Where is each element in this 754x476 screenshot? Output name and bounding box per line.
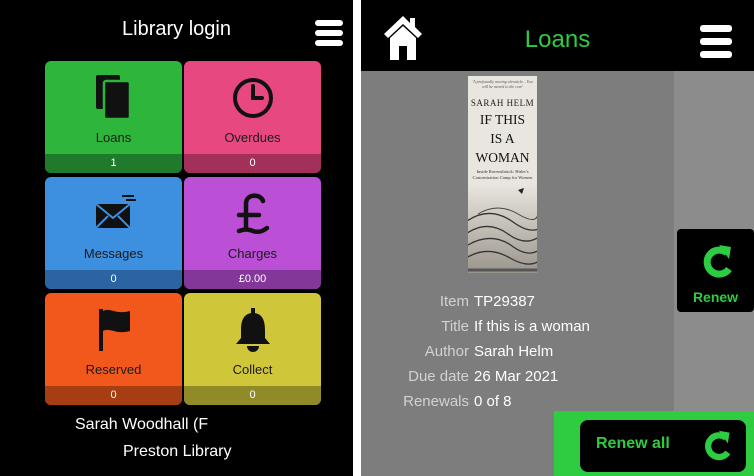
detail-row-author: Author Sarah Helm xyxy=(361,340,681,364)
refresh-icon xyxy=(701,243,733,288)
clock-icon xyxy=(184,75,321,121)
tile-collect[interactable]: Collect 0 xyxy=(184,293,321,405)
tile-count: 0 xyxy=(45,270,182,289)
menu-icon[interactable] xyxy=(700,25,732,59)
cover-quote: 'A profoundly moving chronicle... You wi… xyxy=(472,79,533,89)
renew-button[interactable]: Renew xyxy=(677,229,754,312)
cover-title-line: IS A xyxy=(490,131,515,146)
cover-title-line: WOMAN xyxy=(475,150,530,165)
detail-row-title: Title If this is a woman xyxy=(361,315,681,339)
loans-screen: Loans 'A profoundly moving chronicle... … xyxy=(361,0,754,476)
page-title: Loans xyxy=(524,26,591,53)
detail-label: Author xyxy=(424,343,469,360)
detail-value: TP29387 xyxy=(474,293,535,310)
tile-count: 0 xyxy=(45,386,182,405)
cover-author: SARAH HELM xyxy=(470,98,535,108)
detail-label: Title xyxy=(441,318,469,335)
tile-label: Reserved xyxy=(85,362,142,377)
detail-row-due-date: Due date 26 Mar 2021 xyxy=(361,365,681,389)
tile-count: 0 xyxy=(184,386,321,405)
tile-label: Messages xyxy=(83,246,144,261)
tile-messages[interactable]: Messages 0 xyxy=(45,177,182,289)
tile-label: Overdues xyxy=(224,130,281,145)
tile-count: £0.00 xyxy=(184,270,321,289)
detail-label: Renewals xyxy=(403,393,469,410)
bell-icon xyxy=(184,307,321,353)
page-title: Library login xyxy=(122,18,231,40)
copy-icon xyxy=(45,75,182,121)
tile-loans[interactable]: Loans 1 xyxy=(45,61,182,173)
cover-title: IF THIS IS A WOMAN xyxy=(468,110,537,167)
barbed-wire-illustration xyxy=(468,184,537,273)
menu-icon[interactable] xyxy=(315,20,343,46)
tile-reserved[interactable]: Reserved 0 xyxy=(45,293,182,405)
renew-label: Renew xyxy=(692,289,739,305)
cover-title-line: IF THIS xyxy=(479,112,526,127)
tile-count: 1 xyxy=(45,154,182,173)
detail-value: 0 of 8 xyxy=(474,393,512,410)
cover-subtitle: Inside Ravensbrück: Hitler's Concentrati… xyxy=(472,169,533,180)
tile-label: Collect xyxy=(232,362,273,377)
tile-overdues[interactable]: Overdues 0 xyxy=(184,61,321,173)
renew-all-label: Renew all xyxy=(596,435,670,452)
tile-label: Charges xyxy=(227,246,278,261)
detail-row-item: Item TP29387 xyxy=(361,290,681,314)
tile-charges[interactable]: Charges £0.00 xyxy=(184,177,321,289)
detail-value: Sarah Helm xyxy=(474,343,554,360)
tile-count: 0 xyxy=(184,154,321,173)
detail-label: Due date xyxy=(408,368,469,385)
pound-icon xyxy=(184,191,321,237)
detail-value: 26 Mar 2021 xyxy=(474,368,559,385)
envelope-icon xyxy=(45,191,182,237)
detail-label: Item xyxy=(439,293,469,310)
renew-all-area: Renew all xyxy=(554,411,754,476)
library-name: Preston Library xyxy=(123,443,232,460)
book-cover[interactable]: 'A profoundly moving chronicle... You wi… xyxy=(468,76,537,273)
library-login-screen: Library login Loans 1 Overdues 0 Message… xyxy=(0,0,353,476)
renew-all-button[interactable]: Renew all xyxy=(580,420,746,472)
user-name: Sarah Woodhall (F xyxy=(75,416,209,433)
refresh-icon xyxy=(700,429,734,470)
header-bar: Loans xyxy=(361,0,754,71)
tile-label: Loans xyxy=(95,130,132,145)
detail-value: If this is a woman xyxy=(474,318,590,335)
flag-icon xyxy=(45,307,182,353)
